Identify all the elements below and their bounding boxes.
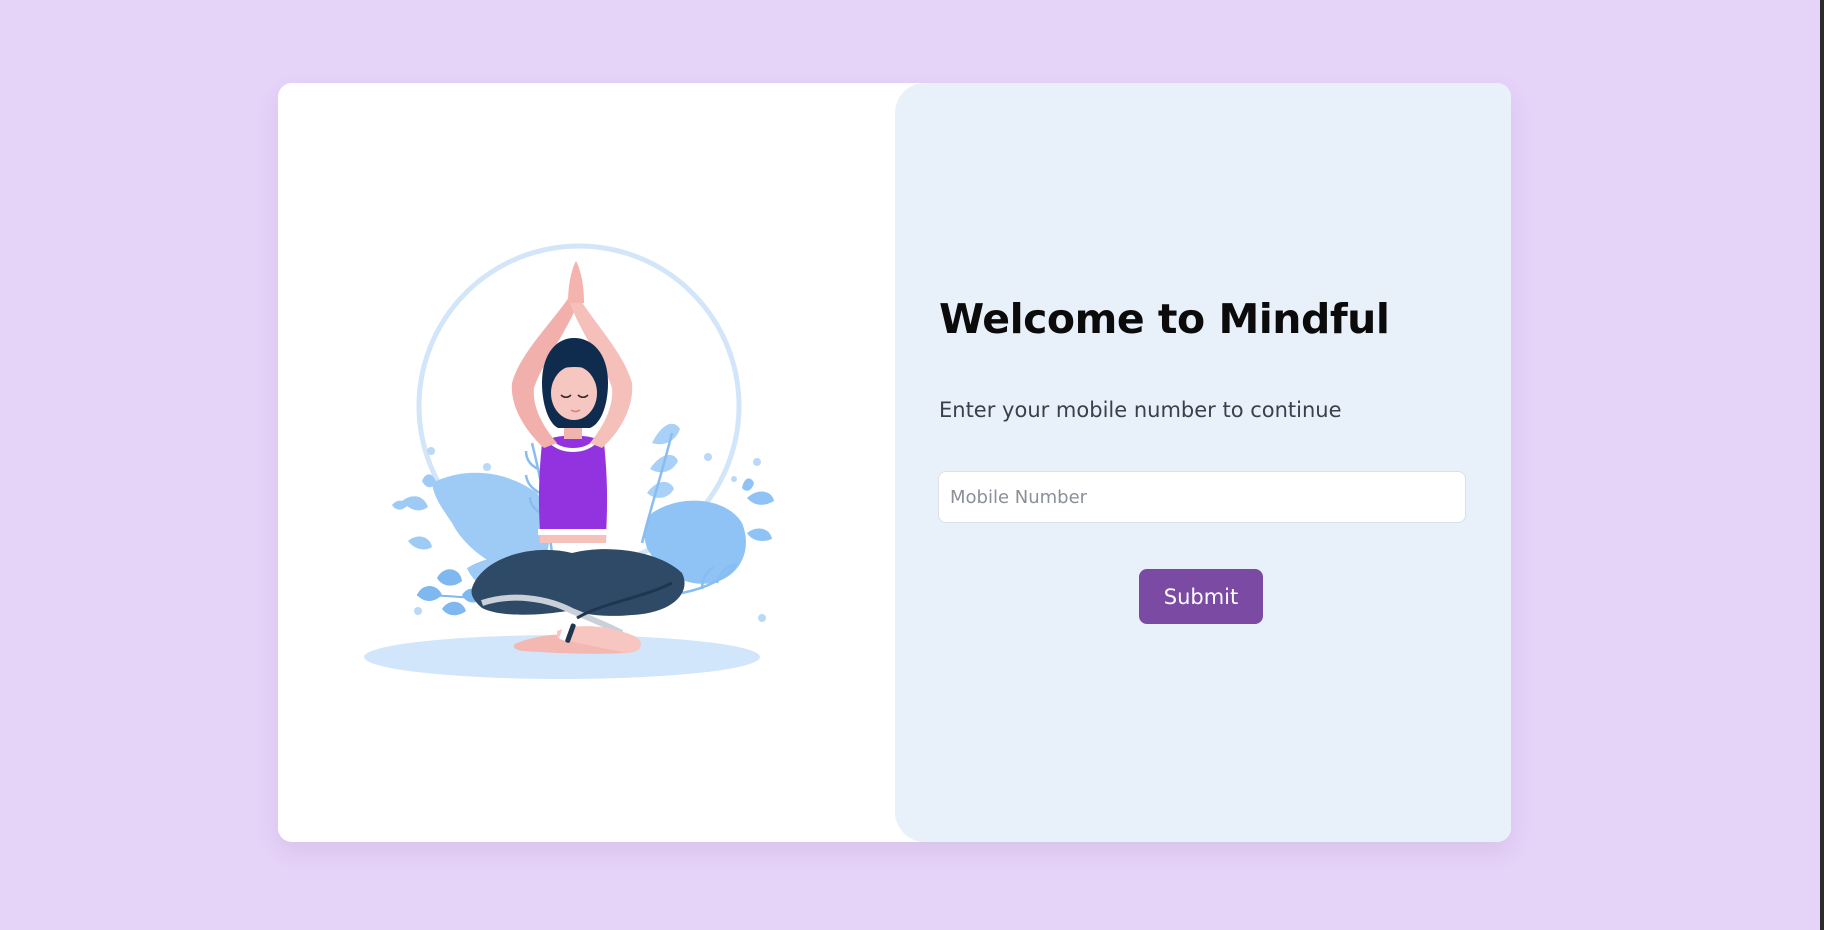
login-panel: Welcome to Mindful Enter your mobile num…: [895, 83, 1511, 842]
page-title: Welcome to Mindful: [939, 295, 1390, 343]
login-card: Welcome to Mindful Enter your mobile num…: [278, 83, 1511, 842]
mobile-number-input[interactable]: [938, 471, 1466, 523]
illustration-panel: [278, 83, 895, 842]
login-subtitle: Enter your mobile number to continue: [939, 398, 1342, 422]
window-edge: [1820, 0, 1824, 930]
submit-button[interactable]: Submit: [1139, 569, 1263, 624]
meditation-illustration: [364, 243, 774, 679]
